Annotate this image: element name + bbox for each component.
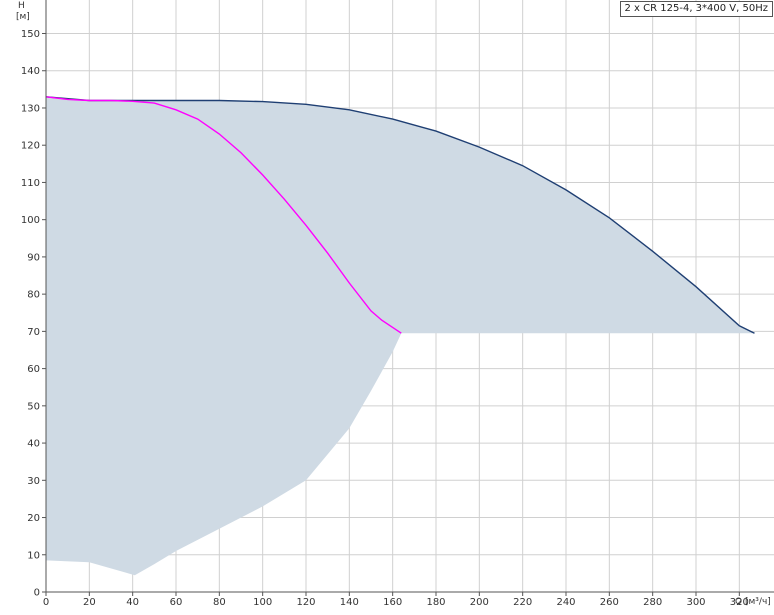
y-tick-label: 30	[27, 476, 40, 487]
y-tick-label: 150	[21, 29, 40, 40]
x-tick-label: 160	[383, 597, 402, 608]
x-tick-label: 220	[513, 597, 532, 608]
y-tick-label: 90	[27, 252, 40, 263]
y-tick-label: 130	[21, 103, 40, 114]
x-tick-label: 140	[340, 597, 359, 608]
y-axis-unit: [м]	[16, 12, 30, 22]
x-tick-label: 240	[556, 597, 575, 608]
y-tick-label: 80	[27, 290, 40, 301]
y-tick-label: 40	[27, 439, 40, 450]
y-tick-label: 110	[21, 178, 40, 189]
operating-area	[46, 96, 755, 576]
y-tick-label: 100	[21, 215, 40, 226]
x-tick-label: 40	[126, 597, 139, 608]
operating-area-layer	[46, 96, 755, 576]
x-tick-label: 180	[426, 597, 445, 608]
y-tick-label: 20	[27, 513, 40, 524]
x-axis-unit: [м³/ч]	[745, 597, 771, 607]
x-tick-label: 60	[170, 597, 183, 608]
x-tick-label: 100	[253, 597, 272, 608]
x-tick-label: 0	[43, 597, 49, 608]
x-tick-label: 260	[600, 597, 619, 608]
pump-curve-chart: 0 20 40 60 80 100 120 140 160 180 200 220 240 260 280 3…	[21, 0, 774, 608]
x-tick-label: 80	[213, 597, 226, 608]
y-tick-label: 50	[27, 401, 40, 412]
y-axis-name: H	[18, 1, 25, 11]
y-tick-label: 10	[27, 550, 40, 561]
y-tick-label: 0	[34, 588, 40, 599]
y-tick-label: 140	[21, 66, 40, 77]
x-tick-label: 120	[296, 597, 315, 608]
x-tick-label: 300	[686, 597, 705, 608]
y-tick-label: 60	[27, 364, 40, 375]
y-tick-label: 70	[27, 327, 40, 338]
legend-pump-label: 2 x CR 125-4, 3*400 V, 50Hz	[619, 1, 773, 17]
y-tick-label: 120	[21, 141, 40, 152]
x-tick-label: 200	[470, 597, 489, 608]
x-tick-label: 280	[643, 597, 662, 608]
x-axis-name: Q	[735, 597, 743, 607]
chart-root: 0 20 40 60 80 100 120 140 160 180 200 220 240 260 280 3…	[0, 0, 774, 611]
x-tick-label: 20	[83, 597, 96, 608]
